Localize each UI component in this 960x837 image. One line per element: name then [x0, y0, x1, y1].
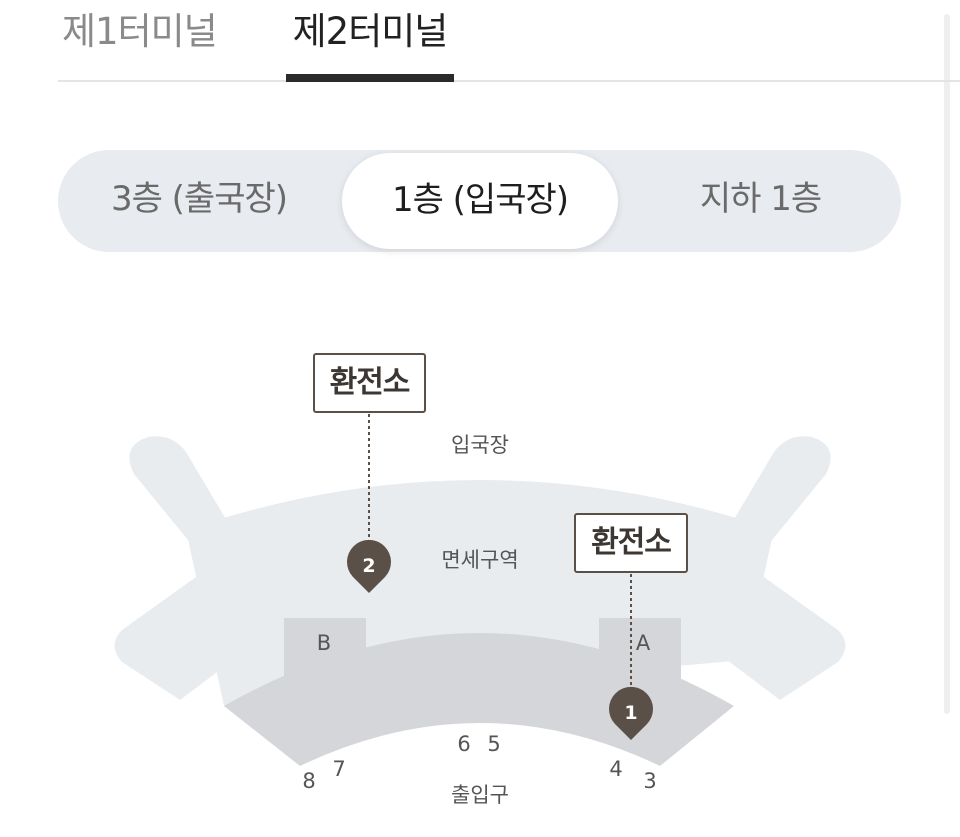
- pin-2-number: 2: [362, 555, 375, 577]
- gate-5-label: 5: [487, 732, 500, 756]
- gate-8-label: 8: [302, 769, 315, 793]
- gate-7-label: 7: [332, 757, 345, 781]
- arrival-hall-label: 입국장: [451, 433, 509, 457]
- gate-3-label: 3: [643, 769, 656, 793]
- zone-a-label: A: [636, 631, 651, 655]
- exchange-callout-1[interactable]: 환전소: [574, 513, 688, 573]
- exchange-callout-2[interactable]: 환전소: [313, 353, 426, 413]
- pin-1-number: 1: [624, 702, 637, 724]
- entrance-label: 출입구: [451, 783, 509, 807]
- gate-6-label: 6: [457, 732, 470, 756]
- terminal-floor-map: 2 1 입국장 면세구역 출입구 B A 8 7 6 5 4 3: [114, 414, 846, 807]
- zone-b-label: B: [317, 631, 331, 655]
- duty-free-label: 면세구역: [441, 548, 518, 572]
- gate-4-label: 4: [609, 757, 622, 781]
